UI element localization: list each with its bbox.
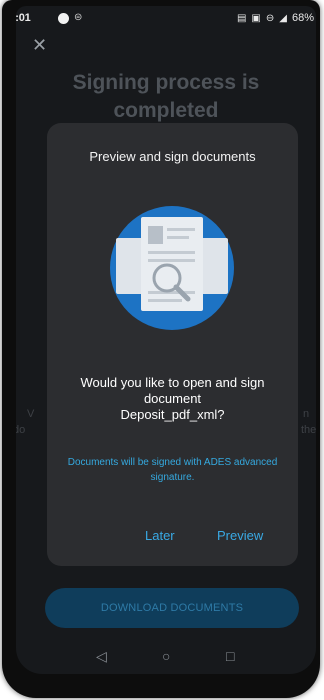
battery-level: 68% <box>291 12 314 24</box>
background-text-fragment: the <box>301 424 316 436</box>
question-mark: ? <box>217 407 225 422</box>
signature-info: Documents will be signed with ADES advan… <box>67 457 278 483</box>
background-text-fragment: V <box>27 408 35 420</box>
dnd-icon: ⊖ <box>265 12 275 24</box>
cast-icon: ⊜ <box>74 12 83 23</box>
status-right: ▤ ▣ ⊖ ◢ 68% <box>237 12 314 24</box>
page-title-line-2: completed <box>113 99 219 122</box>
background-text-fragment: n <box>303 408 310 420</box>
document-name: Deposit_pdf_xml <box>120 407 218 422</box>
phone-frame: 11:01 ⊜ ▤ ▣ ⊖ ◢ 68% ✕ Signing process is… <box>2 0 320 698</box>
status-time: 11:01 <box>16 12 31 24</box>
record-icon <box>58 13 69 24</box>
close-icon[interactable]: ✕ <box>32 36 47 54</box>
dialog-title: Preview and sign documents <box>89 149 256 164</box>
page-title-line-1: Signing process is <box>72 71 260 94</box>
screen: 11:01 ⊜ ▤ ▣ ⊖ ◢ 68% ✕ Signing process is… <box>16 6 316 674</box>
dialog-question: Would you like to open and sign document… <box>65 375 280 423</box>
status-bar: 11:01 ⊜ ▤ ▣ ⊖ ◢ 68% <box>16 6 316 28</box>
preview-button[interactable]: Preview <box>217 528 263 543</box>
navigation-bar: ◁ ○ □ <box>16 644 316 674</box>
recents-icon[interactable]: □ <box>226 648 234 664</box>
background-text-fragment: do <box>16 424 26 436</box>
home-icon[interactable]: ○ <box>162 648 170 664</box>
question-text: Would you like to open and sign document <box>80 375 265 406</box>
signal-icon: ◢ <box>279 12 287 24</box>
page-title: Signing process is completed <box>16 69 316 125</box>
preview-sign-dialog: Preview and sign documents Would you lik… <box>47 123 298 566</box>
document-illustration-icon <box>110 206 234 330</box>
download-documents-button[interactable]: DOWNLOAD DOCUMENTS <box>45 588 299 628</box>
volte-icon: ▤ <box>236 12 247 24</box>
nfc-icon: ▣ <box>251 12 261 24</box>
later-button[interactable]: Later <box>145 528 175 543</box>
back-icon[interactable]: ◁ <box>96 648 107 665</box>
